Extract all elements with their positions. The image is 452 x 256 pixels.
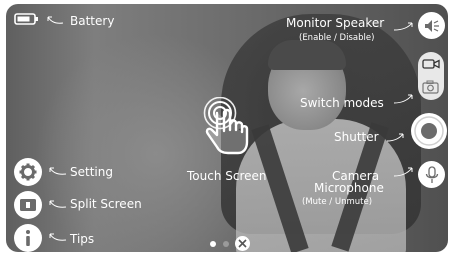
pointer-arrow	[393, 167, 413, 177]
photo-camera-icon[interactable]	[422, 80, 440, 94]
page-dot-active[interactable]	[210, 241, 216, 247]
setting-label: Setting	[70, 165, 113, 179]
touch-screen-label: Touch Screen	[187, 169, 267, 183]
shutter-icon	[414, 116, 444, 146]
split-screen-icon	[20, 199, 36, 211]
switch-modes-label: Switch modes	[300, 96, 384, 110]
pointer-arrow	[49, 167, 67, 175]
info-icon	[26, 230, 30, 246]
speaker-icon	[424, 19, 439, 32]
close-icon	[238, 239, 247, 248]
pointer-arrow	[386, 133, 404, 142]
pointer-arrow	[47, 16, 64, 24]
battery-icon	[14, 13, 38, 25]
pointer-arrow	[393, 22, 413, 31]
pointer-arrow	[393, 94, 413, 104]
video-camera-icon[interactable]	[422, 58, 440, 70]
camera-mic-label-line2: Microphone	[314, 181, 384, 195]
camera-mic-sub-label: (Mute / Unmute)	[302, 197, 373, 207]
shutter-button[interactable]	[411, 113, 447, 149]
battery-label: Battery	[70, 14, 115, 28]
tips-label: Tips	[70, 232, 95, 246]
speaker-button[interactable]	[418, 12, 445, 39]
close-button[interactable]	[235, 236, 250, 251]
touch-hand-icon	[203, 97, 249, 155]
microphone-icon	[425, 165, 438, 183]
switch-modes-toggle[interactable]	[418, 52, 444, 100]
page-dot[interactable]	[223, 241, 229, 247]
pointer-arrow	[49, 200, 67, 208]
monitor-speaker-sub-label: (Enable / Disable)	[299, 33, 375, 43]
setting-button[interactable]	[14, 158, 42, 186]
pointer-arrow	[49, 233, 67, 241]
gear-icon	[19, 163, 37, 181]
shutter-label: Shutter	[334, 130, 379, 144]
split-screen-label: Split Screen	[70, 197, 142, 211]
tips-button[interactable]	[14, 224, 42, 252]
monitor-speaker-label: Monitor Speaker	[286, 16, 385, 30]
split-screen-button[interactable]	[14, 191, 42, 219]
microphone-button[interactable]	[418, 161, 445, 188]
